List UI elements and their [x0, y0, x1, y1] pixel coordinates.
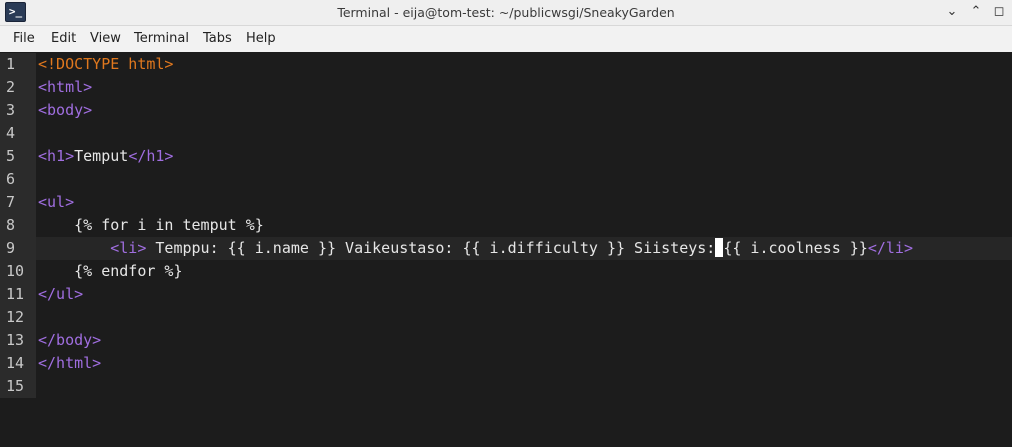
code-text: </html> — [38, 352, 101, 375]
close-button[interactable]: ◻ — [989, 3, 1009, 21]
line-number: 3 — [0, 99, 36, 122]
code-line: 14 </html> — [0, 352, 1012, 375]
code-line: 10 {% endfor %} — [0, 260, 1012, 283]
code-line: 5 <h1>Temput</h1> — [0, 145, 1012, 168]
code-line: 8 {% for i in temput %} — [0, 214, 1012, 237]
line-number: 4 — [0, 122, 36, 145]
code-text: <ul> — [38, 191, 74, 214]
line-number: 9 — [0, 237, 36, 260]
text-token: Temput — [74, 147, 129, 165]
html-tag-token: <html> — [38, 78, 93, 96]
line-number: 6 — [0, 168, 36, 191]
minimize-button[interactable]: ⌄ — [942, 3, 962, 21]
text-token: {% for i in temput %} — [38, 216, 264, 234]
code-text: <li> Temppu: {{ i.name }} Vaikeustaso: {… — [38, 237, 913, 260]
line-number: 1 — [0, 53, 36, 76]
html-tag-token: <ul> — [38, 193, 75, 211]
code-text: <h1>Temput</h1> — [38, 145, 173, 168]
line-number: 7 — [0, 191, 36, 214]
code-text: </body> — [38, 329, 101, 352]
code-line: 13 </body> — [0, 329, 1012, 352]
html-tag-token: <body> — [38, 101, 93, 119]
text-token: Temppu: {{ i.name }} Vaikeustaso: {{ i.d… — [146, 239, 716, 257]
line-number: 12 — [0, 306, 36, 329]
code-line: 6 — [0, 168, 1012, 191]
html-tag-token: <li> — [110, 239, 147, 257]
html-tag-token: </html> — [38, 354, 102, 372]
menu-help[interactable]: Help — [246, 26, 276, 52]
menu-terminal[interactable]: Terminal — [134, 26, 189, 52]
line-number: 14 — [0, 352, 36, 375]
text-token: {{ i.coolness }} — [723, 239, 868, 257]
html-tag-token: </ul> — [38, 285, 84, 303]
line-number: 8 — [0, 214, 36, 237]
menu-file[interactable]: File — [13, 26, 35, 52]
code-text: <body> — [38, 99, 92, 122]
code-line: 2 <html> — [0, 76, 1012, 99]
html-tag-token: <h1> — [38, 147, 75, 165]
line-number: 11 — [0, 283, 36, 306]
terminal-editor[interactable]: 1 <!DOCTYPE html> 2 <html> 3 <body> 4 5 <h1>Temp… — [0, 52, 1012, 447]
code-line: 12 — [0, 306, 1012, 329]
code-line: 1 <!DOCTYPE html> — [0, 53, 1012, 76]
menu-bar: File Edit View Terminal Tabs Help — [0, 26, 1012, 52]
line-number: 10 — [0, 260, 36, 283]
title-bar: >_ Terminal - eija@tom-test: ~/publicwsg… — [0, 0, 1012, 26]
code-text: {% for i in temput %} — [38, 214, 264, 237]
html-tag-token: </h1> — [128, 147, 174, 165]
code-text: </ul> — [38, 283, 83, 306]
code-line-current: 9 <li> Temppu: {{ i.name }} Vaikeustaso:… — [0, 237, 1012, 260]
code-line: 15 — [0, 375, 1012, 398]
line-number: 5 — [0, 145, 36, 168]
code-text: {% endfor %} — [38, 260, 183, 283]
menu-edit[interactable]: Edit — [51, 26, 76, 52]
html-tag-token: </body> — [38, 331, 102, 349]
code-text: <!DOCTYPE html> — [38, 53, 173, 76]
line-number: 13 — [0, 329, 36, 352]
menu-tabs[interactable]: Tabs — [203, 26, 232, 52]
code-text: <html> — [38, 76, 92, 99]
maximize-button[interactable]: ⌃ — [966, 3, 986, 21]
text-token: {% endfor %} — [38, 262, 183, 280]
code-line: 4 — [0, 122, 1012, 145]
doctype-token: <!DOCTYPE html> — [38, 55, 174, 73]
menu-view[interactable]: View — [90, 26, 121, 52]
html-tag-token: </li> — [867, 239, 913, 257]
code-line: 11 </ul> — [0, 283, 1012, 306]
line-number: 2 — [0, 76, 36, 99]
window-title: Terminal - eija@tom-test: ~/publicwsgi/S… — [337, 5, 675, 20]
line-number: 15 — [0, 375, 36, 398]
code-line: 7 <ul> — [0, 191, 1012, 214]
code-line: 3 <body> — [0, 99, 1012, 122]
